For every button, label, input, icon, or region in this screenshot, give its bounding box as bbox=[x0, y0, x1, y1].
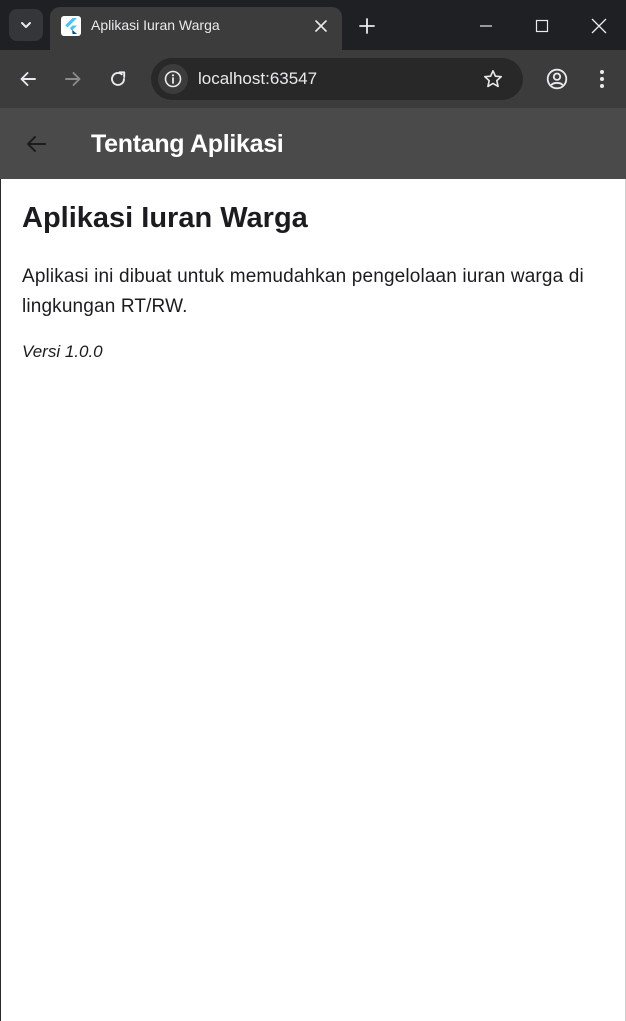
app-back-button[interactable] bbox=[20, 128, 52, 160]
site-info-button[interactable] bbox=[158, 64, 188, 94]
new-tab-button[interactable] bbox=[355, 14, 379, 38]
address-bar[interactable]: localhost:63547 bbox=[151, 58, 523, 100]
window-close-button[interactable] bbox=[584, 11, 614, 41]
window-maximize-button[interactable] bbox=[527, 11, 557, 41]
arrow-left-icon bbox=[27, 136, 46, 152]
chevron-down-icon bbox=[21, 22, 31, 28]
window-minimize-button[interactable] bbox=[471, 11, 501, 41]
browser-menu-button[interactable] bbox=[588, 65, 616, 93]
arrow-right-icon bbox=[65, 72, 81, 86]
account-icon bbox=[546, 68, 568, 90]
star-icon bbox=[484, 70, 502, 88]
tab-title: Aplikasi Iuran Warga bbox=[91, 17, 220, 33]
browser-tab-active[interactable]: Aplikasi Iuran Warga bbox=[50, 7, 342, 50]
browser-tabstrip: Aplikasi Iuran Warga bbox=[0, 0, 626, 50]
tab-close-button[interactable] bbox=[310, 15, 332, 37]
app-description: Aplikasi ini dibuat untuk memudahkan pen… bbox=[22, 266, 584, 317]
app-version: Versi 1.0.0 bbox=[22, 342, 103, 361]
flutter-icon bbox=[61, 16, 81, 36]
close-icon bbox=[591, 18, 607, 34]
browser-forward-button[interactable] bbox=[59, 65, 87, 93]
plus-icon bbox=[359, 18, 375, 34]
more-vertical-icon bbox=[600, 70, 604, 88]
page-title: Tentang Aplikasi bbox=[91, 130, 284, 158]
bookmark-button[interactable] bbox=[481, 67, 505, 91]
browser-reload-button[interactable] bbox=[104, 65, 132, 93]
info-icon bbox=[164, 70, 182, 88]
close-icon bbox=[315, 20, 327, 32]
app-bar: Tentang Aplikasi bbox=[0, 108, 626, 179]
minimize-icon bbox=[480, 25, 492, 27]
tab-search-button[interactable] bbox=[9, 9, 43, 41]
app-name-heading: Aplikasi Iuran Warga bbox=[22, 202, 308, 234]
reload-icon bbox=[111, 71, 126, 86]
about-content: Aplikasi Iuran Warga Aplikasi ini dibuat… bbox=[0, 179, 626, 1021]
profile-button[interactable] bbox=[543, 65, 571, 93]
address-url[interactable]: localhost:63547 bbox=[198, 69, 317, 89]
browser-back-button[interactable] bbox=[14, 65, 42, 93]
arrow-left-icon bbox=[20, 72, 36, 86]
maximize-icon bbox=[535, 19, 549, 33]
browser-toolbar: localhost:63547 bbox=[0, 50, 626, 108]
